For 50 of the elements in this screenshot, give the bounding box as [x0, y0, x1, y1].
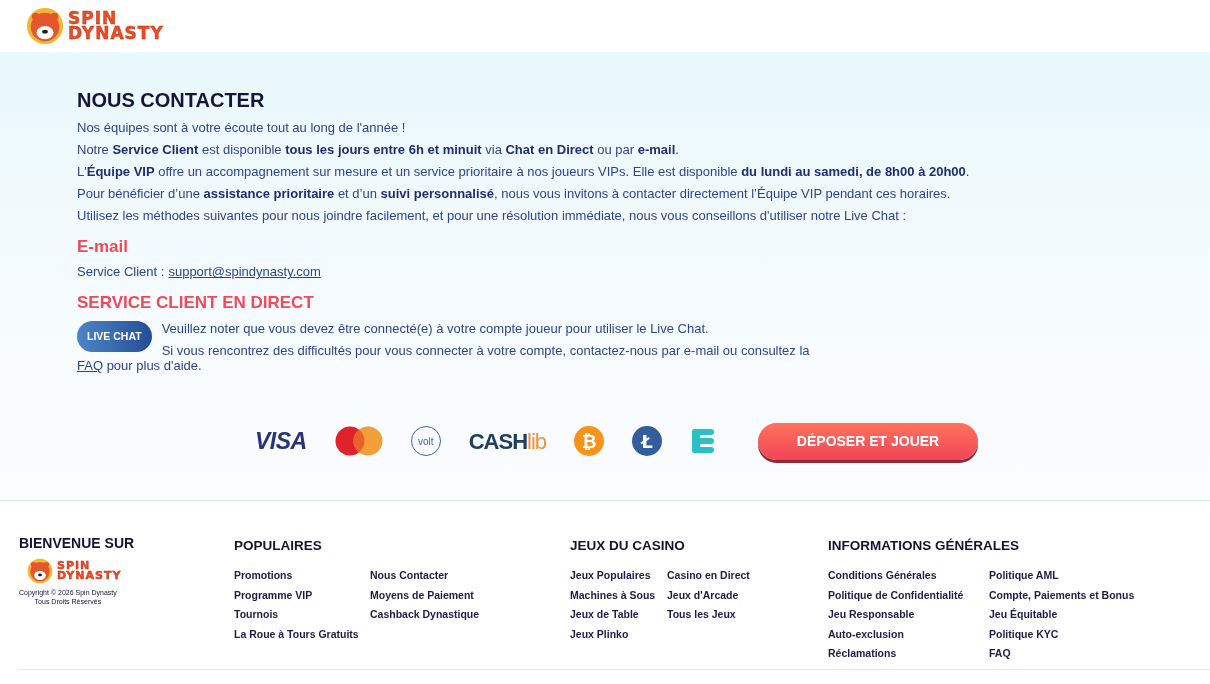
welcome-heading: BIENVENUE SUR — [19, 534, 135, 553]
paragraph: L'Équipe VIP offre un accompagnement sur mesure et un service prioritaire à nos joueurs VIPs. Elle est disponible du lundi au samedi, de 8h00 à 20h00. — [77, 164, 971, 179]
footer-link[interactable]: Tournois — [234, 608, 370, 622]
coin-icon: ₿ — [574, 426, 605, 457]
footer-link[interactable]: Politique AML — [989, 569, 1189, 583]
footer-link[interactable]: Auto-exclusion — [828, 627, 989, 641]
footer-link[interactable]: Cashback Dynastique — [370, 608, 570, 622]
panda-icon — [27, 558, 53, 584]
footer-link[interactable]: Jeux d'Arcade — [667, 588, 828, 602]
footer-link[interactable]: Politique de Confidentialité — [828, 588, 989, 602]
footer-link[interactable]: FAQ — [989, 647, 1189, 661]
faq-link[interactable]: FAQ — [77, 357, 103, 373]
paragraph: Utilisez les méthodes suivantes pour nous joindre facilement, et pour une résolution immédiate, nous vous conseillons d'utiliser notre Live Chat : — [77, 208, 908, 223]
footer-heading: INFORMATIONS GÉNÉRALES — [828, 537, 1020, 555]
bars-icon — [690, 428, 717, 455]
section-heading: E-mail — [77, 237, 130, 258]
footer-link[interactable]: Jeu Responsable — [828, 608, 989, 622]
paragraph: Notre Service Client est disponible tous les jours entre 6h et minuit via Chat en Direct ou par e-mail. — [77, 142, 680, 157]
logo-text: SPIN DYNASTY — [68, 10, 164, 42]
footer-heading: JEUX DU CASINO — [570, 537, 686, 555]
logo-text: SPIN DYNASTY — [57, 561, 122, 581]
section-heading: SERVICE CLIENT EN DIRECT — [77, 293, 315, 314]
footer-link[interactable]: Programme VIP — [234, 588, 370, 602]
footer-link[interactable]: Casino en Direct — [667, 569, 828, 583]
email-label: Service Client : — [77, 264, 165, 280]
page-title: NOUS CONTACTER — [77, 88, 266, 112]
footer-link[interactable]: Nous Contacter — [370, 569, 570, 583]
overlapping-circles-icon — [334, 426, 383, 457]
footer-heading: POPULAIRES — [234, 537, 323, 555]
payment-logo: VISA — [255, 427, 307, 457]
footer-link[interactable]: Machines à Sous — [570, 588, 667, 602]
footer-link[interactable]: Réclamations — [828, 647, 989, 661]
footer-link[interactable]: Moyens de Paiement — [370, 588, 570, 602]
footer-link[interactable]: Jeux de Table — [570, 608, 667, 622]
paragraph: Pour bénéficier d’une assistance prioritaire et d’un suivi personnalisé, nous vous invitons à contacter directement l’Équipe VIP pendant ces horaires. — [77, 186, 952, 201]
footer-link[interactable]: Jeu Équitable — [989, 608, 1189, 622]
paragraph: Nos équipes sont à votre écoute tout au long de l'année ! — [77, 120, 407, 135]
footer-link[interactable]: Conditions Générales — [828, 569, 989, 583]
live-chat-button[interactable]: LIVE CHAT — [77, 320, 152, 352]
footer-link[interactable]: Politique KYC — [989, 627, 1189, 641]
payment-logo: CASHlib — [468, 427, 547, 456]
footer-link[interactable]: Jeux Populaires — [570, 569, 667, 583]
footer-link[interactable]: Jeux Plinko — [570, 627, 667, 641]
panda-icon — [26, 7, 64, 45]
footer-link[interactable]: La Roue à Tours Gratuits — [234, 627, 370, 641]
footer-link[interactable]: Tous les Jeux — [667, 608, 828, 622]
footer-link[interactable]: Compte, Paiements et Bonus — [989, 588, 1189, 602]
email-link[interactable]: support@spindynasty.com — [168, 264, 321, 280]
coin-icon: Ł — [632, 426, 663, 457]
footer-link[interactable]: Promotions — [234, 569, 370, 583]
